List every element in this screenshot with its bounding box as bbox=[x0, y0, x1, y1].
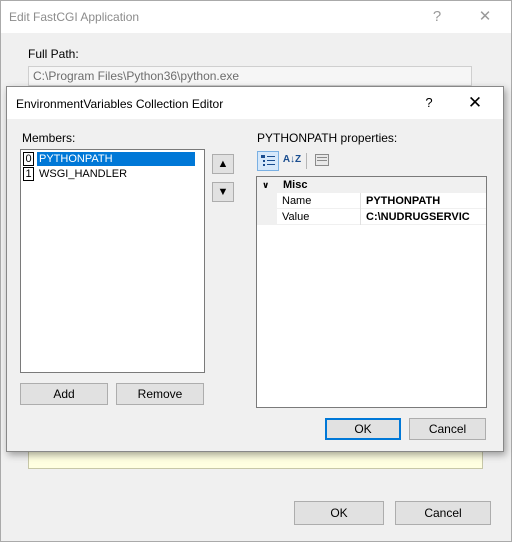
property-name: Name bbox=[282, 195, 312, 207]
full-path-label: Full Path: bbox=[28, 47, 79, 61]
inner-ok-button[interactable]: OK bbox=[325, 418, 401, 440]
members-label: Members: bbox=[22, 131, 76, 145]
property-pages-icon[interactable] bbox=[311, 151, 333, 171]
remove-button[interactable]: Remove bbox=[116, 383, 204, 405]
property-row-name[interactable]: Name PYTHONPATH bbox=[257, 193, 486, 209]
property-row-value[interactable]: Value C:\NUDRUGSERVIC bbox=[257, 209, 486, 225]
outer-ok-button[interactable]: OK bbox=[294, 501, 384, 525]
arrow-up-icon: ▲ bbox=[217, 158, 229, 170]
full-path-field[interactable]: C:\Program Files\Python36\python.exe bbox=[28, 66, 472, 86]
alphabetical-sort-icon[interactable]: A↓Z bbox=[281, 151, 303, 171]
inner-dialog-title: EnvironmentVariables Collection Editor bbox=[16, 97, 224, 111]
column-divider bbox=[360, 209, 361, 225]
row-gutter bbox=[257, 193, 277, 209]
member-label: WSGI_HANDLER bbox=[39, 168, 128, 180]
member-item-pythonpath[interactable]: 0 PYTHONPATH bbox=[23, 152, 195, 166]
move-down-button[interactable]: ▼ bbox=[212, 182, 234, 202]
inner-titlebar: EnvironmentVariables Collection Editor ?… bbox=[7, 87, 503, 119]
outer-cancel-button[interactable]: Cancel bbox=[395, 501, 491, 525]
collection-editor-dialog: EnvironmentVariables Collection Editor ?… bbox=[6, 86, 504, 452]
member-index: 1 bbox=[23, 167, 34, 181]
property-value[interactable]: C:\NUDRUGSERVIC bbox=[366, 209, 470, 225]
categorized-icon[interactable] bbox=[257, 151, 279, 171]
member-label: PYTHONPATH bbox=[37, 152, 195, 166]
members-list[interactable]: 0 PYTHONPATH 1 WSGI_HANDLER bbox=[20, 149, 205, 373]
inner-close-button[interactable]: ✕ bbox=[453, 87, 497, 119]
toolbar-separator bbox=[306, 153, 307, 169]
arrow-down-icon: ▼ bbox=[217, 186, 229, 198]
inner-cancel-button[interactable]: Cancel bbox=[409, 418, 486, 440]
column-divider bbox=[360, 193, 361, 209]
alphabetical-sort-label: A↓Z bbox=[282, 154, 302, 165]
property-name: Value bbox=[282, 211, 310, 223]
property-value[interactable]: PYTHONPATH bbox=[366, 193, 440, 209]
outer-close-button[interactable]: ✕ bbox=[463, 1, 507, 33]
property-grid[interactable]: ∨ Misc Name PYTHONPATH Value C:\NUDRUGSE… bbox=[256, 176, 487, 408]
move-up-button[interactable]: ▲ bbox=[212, 154, 234, 174]
inner-help-button[interactable]: ? bbox=[407, 87, 451, 119]
category-label: Misc bbox=[283, 179, 308, 191]
outer-help-button[interactable]: ? bbox=[415, 1, 459, 33]
collapse-chevron-icon[interactable]: ∨ bbox=[262, 177, 269, 193]
outer-dialog-title: Edit FastCGI Application bbox=[9, 10, 140, 24]
member-item-wsgi-handler[interactable]: 1 WSGI_HANDLER bbox=[23, 167, 195, 181]
add-button[interactable]: Add bbox=[20, 383, 108, 405]
member-index: 0 bbox=[23, 152, 34, 166]
properties-label: PYTHONPATH properties: bbox=[257, 131, 398, 145]
property-grid-toolbar: A↓Z bbox=[257, 151, 337, 173]
outer-titlebar: Edit FastCGI Application ? ✕ bbox=[1, 1, 511, 33]
row-gutter bbox=[257, 209, 277, 225]
category-row-misc[interactable]: ∨ Misc bbox=[257, 177, 486, 193]
